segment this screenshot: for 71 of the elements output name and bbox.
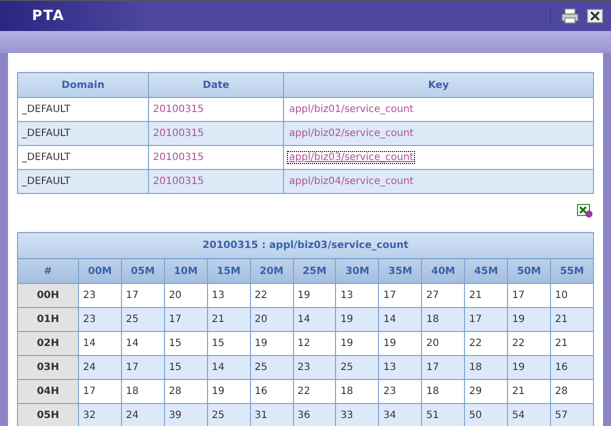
table-cell: 34 xyxy=(378,404,422,426)
column-header: 35M xyxy=(378,258,422,284)
table-cell: 14 xyxy=(378,308,422,332)
table-cell: 25 xyxy=(121,308,164,332)
table-cell: 14 xyxy=(293,308,336,332)
key-link[interactable]: appl/biz02/service_count xyxy=(288,128,414,139)
table-cell: 18 xyxy=(464,356,508,380)
table-cell: 13 xyxy=(378,356,422,380)
table-cell: 17 xyxy=(464,308,508,332)
column-header: Key xyxy=(284,72,594,98)
table-cell: 18 xyxy=(422,308,465,332)
table-cell: 54 xyxy=(508,404,550,426)
table-cell: _DEFAULT xyxy=(18,122,148,146)
row-header: 02H xyxy=(18,332,78,356)
column-header: 40M xyxy=(422,258,465,284)
table-cell: 24 xyxy=(78,356,122,380)
table-cell: 25 xyxy=(250,356,294,380)
table-cell: 20100315 xyxy=(148,170,284,194)
column-header: 15M xyxy=(207,258,250,284)
table-cell: 23 xyxy=(78,308,122,332)
column-header: 30M xyxy=(336,258,379,284)
table-cell: 16 xyxy=(550,356,594,380)
row-header: 01H xyxy=(18,308,78,332)
table-cell: _DEFAULT xyxy=(18,170,148,194)
row-header: 00H xyxy=(18,284,78,308)
table-cell: 17 xyxy=(164,308,208,332)
close-icon[interactable] xyxy=(587,9,603,23)
table-cell: 25 xyxy=(207,404,250,426)
table-cell: 33 xyxy=(336,404,379,426)
key-link[interactable]: appl/biz04/service_count xyxy=(288,176,414,187)
column-header: # xyxy=(18,258,78,284)
table-cell: 36 xyxy=(293,404,336,426)
table-cell: 17 xyxy=(422,356,465,380)
table-cell: 21 xyxy=(550,308,594,332)
table-cell: 20 xyxy=(250,308,294,332)
row-header: 05H xyxy=(18,404,78,426)
column-header: 50M xyxy=(508,258,550,284)
table-cell: 51 xyxy=(422,404,465,426)
row-header: 03H xyxy=(18,356,78,380)
table-cell: 23 xyxy=(293,356,336,380)
row-header: 04H xyxy=(18,380,78,404)
table-cell: 19 xyxy=(336,308,379,332)
table-cell: 25 xyxy=(336,356,379,380)
table-cell: 17 xyxy=(121,356,164,380)
column-header: Date xyxy=(148,72,284,98)
table-cell: 14 xyxy=(207,356,250,380)
table-cell: 21 xyxy=(207,308,250,332)
column-header: 45M xyxy=(464,258,508,284)
window-title: PTA xyxy=(32,8,66,24)
column-header: 20M xyxy=(250,258,294,284)
column-header: 05M xyxy=(121,258,164,284)
table-cell: 50 xyxy=(464,404,508,426)
table-title: 20100315 : appl/biz03/service_count xyxy=(18,232,594,258)
table-cell: 19 xyxy=(508,356,550,380)
key-link[interactable]: appl/biz03/service_count xyxy=(288,152,414,163)
column-header: 55M xyxy=(550,258,594,284)
table-cell: 15 xyxy=(164,356,208,380)
key-link[interactable]: appl/biz01/service_count xyxy=(288,104,414,115)
table-cell: 24 xyxy=(121,404,164,426)
print-icon[interactable] xyxy=(561,8,579,24)
column-header: 25M xyxy=(293,258,336,284)
column-header: 00M xyxy=(78,258,122,284)
excel-export-icon[interactable] xyxy=(577,204,593,218)
table-cell: 32 xyxy=(78,404,122,426)
table-cell: 39 xyxy=(164,404,208,426)
column-header: Domain xyxy=(18,72,148,98)
column-header: 10M xyxy=(164,258,208,284)
table-cell: 31 xyxy=(250,404,294,426)
table-cell: 20100315 xyxy=(148,122,284,146)
table-cell: 19 xyxy=(508,308,550,332)
table-cell: 57 xyxy=(550,404,594,426)
